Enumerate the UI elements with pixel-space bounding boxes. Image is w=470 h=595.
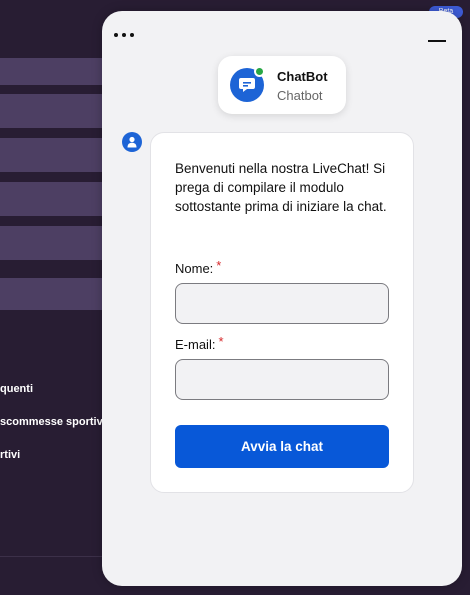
email-label-text: E-mail:: [175, 337, 216, 352]
name-label: Nome: *: [175, 258, 222, 276]
more-options-icon[interactable]: [114, 29, 138, 41]
name-label-text: Nome:: [175, 261, 214, 276]
background-link[interactable]: quenti: [0, 383, 33, 395]
form-intro-text: Benvenuti nella nostra LiveChat! Si preg…: [175, 161, 387, 214]
background-menu-bar[interactable]: [0, 182, 110, 216]
email-label: E-mail: *: [175, 334, 224, 352]
minimize-icon[interactable]: [426, 33, 448, 47]
required-marker: *: [218, 334, 224, 349]
background-link[interactable]: scommesse sportiv: [0, 416, 103, 428]
background-menu-bar[interactable]: [0, 58, 110, 85]
background-link[interactable]: rtivi: [0, 449, 20, 461]
agent-name: ChatBot: [277, 69, 328, 84]
background-menu-bar[interactable]: [0, 138, 110, 172]
background-menu-bar[interactable]: [0, 226, 110, 260]
email-field[interactable]: [175, 359, 389, 400]
background-divider: [0, 556, 110, 557]
bot-message-avatar-icon: [122, 132, 142, 152]
start-chat-button[interactable]: Avvia la chat: [175, 425, 389, 468]
background-menu-bar[interactable]: [0, 94, 110, 128]
chat-widget: ChatBot Chatbot Benvenuti nella nostra L…: [102, 11, 462, 586]
required-marker: *: [216, 258, 222, 273]
name-field[interactable]: [175, 283, 389, 324]
agent-header: ChatBot Chatbot: [218, 56, 346, 114]
agent-role: Chatbot: [277, 88, 323, 103]
background-menu-bar[interactable]: [0, 278, 110, 310]
prechat-form: Benvenuti nella nostra LiveChat! Si preg…: [150, 132, 414, 493]
online-status-icon: [254, 66, 265, 77]
